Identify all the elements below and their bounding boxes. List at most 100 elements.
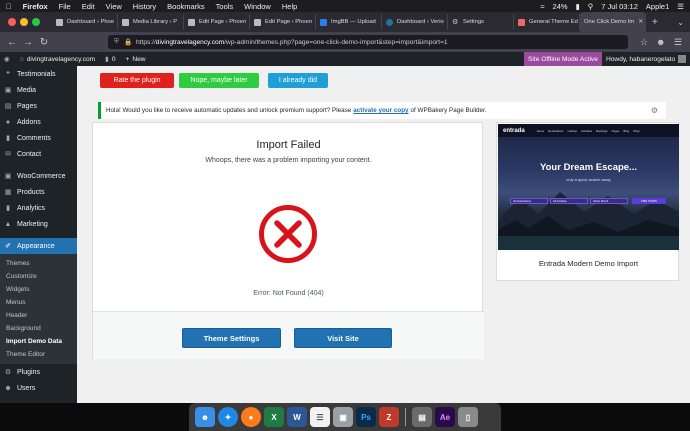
admin-bar-new[interactable]: + New bbox=[125, 56, 145, 63]
rate-plugin-button[interactable]: Rate the plugin bbox=[100, 73, 174, 88]
submenu-themes[interactable]: Themes bbox=[0, 257, 77, 270]
safari-icon[interactable]: ✦ bbox=[218, 407, 238, 427]
browser-tab-active[interactable]: One Click Demo Im ✕ bbox=[580, 12, 646, 32]
dock-separator bbox=[405, 408, 406, 426]
menu-file[interactable]: File bbox=[59, 2, 71, 11]
firefox-icon[interactable]: ● bbox=[241, 407, 261, 427]
notes-icon[interactable]: ☰ bbox=[310, 407, 330, 427]
mac-menubar:  Firefox File Edit View History Bookmar… bbox=[0, 0, 690, 12]
appearance-submenu: Themes Customize Widgets Menus Header Ba… bbox=[0, 254, 77, 364]
activate-link[interactable]: activate your copy bbox=[353, 107, 408, 114]
bookmark-star-icon[interactable]: ☆ bbox=[640, 37, 648, 48]
tab-label: Dashboard ‹ Verio bbox=[397, 19, 444, 25]
browser-tab[interactable]: General Theme Ed bbox=[514, 14, 580, 30]
control-center-icon[interactable]: ☰ bbox=[677, 2, 684, 11]
theme-icon bbox=[518, 18, 525, 26]
clock[interactable]: 7 Jul 03:12 bbox=[601, 2, 638, 11]
lock-icon[interactable]: 🔒 bbox=[124, 38, 132, 46]
photoshop-icon[interactable]: Ps bbox=[356, 407, 376, 427]
sidebar-item-contact[interactable]: ✉ Contact bbox=[0, 146, 77, 162]
offline-mode-badge[interactable]: Site Offline Mode Active bbox=[524, 52, 602, 66]
sidebar-item-addons[interactable]: ● Addons bbox=[0, 114, 77, 130]
menu-bookmarks[interactable]: Bookmarks bbox=[167, 2, 205, 11]
sidebar-item-woocommerce[interactable]: ▣ WooCommerce bbox=[0, 168, 77, 184]
menu-icon[interactable]: ☰ bbox=[674, 37, 682, 48]
sidebar-item-testimonials[interactable]: ❝ Testimonials bbox=[0, 66, 77, 82]
menu-view[interactable]: View bbox=[106, 2, 122, 11]
demo-find-button: FIND TOURS bbox=[632, 198, 666, 204]
apple-icon[interactable]:  bbox=[6, 2, 12, 11]
excel-icon[interactable]: X bbox=[264, 407, 284, 427]
photos-icon[interactable]: ▤ bbox=[412, 407, 432, 427]
menubar-status: ≈ 24% ▮ ⚲ 7 Jul 03:12 Apple1 ☰ bbox=[540, 0, 684, 12]
search-icon[interactable]: ⚲ bbox=[588, 2, 594, 11]
import-subtitle: Whoops, there was a problem importing yo… bbox=[205, 157, 372, 164]
sidebar-item-users[interactable]: ☻ Users bbox=[0, 380, 77, 396]
site-name: divingtravelagency.com bbox=[26, 55, 96, 63]
theme-settings-button[interactable]: Theme Settings bbox=[182, 328, 281, 348]
close-tab-icon[interactable]: ✕ bbox=[638, 19, 643, 25]
wpbakery-notice: Hola! Would you like to receive automati… bbox=[98, 102, 666, 119]
browser-tab[interactable]: ImgBB — Upload bbox=[316, 14, 382, 30]
maybe-later-button[interactable]: Nope, maybe later bbox=[179, 73, 259, 88]
shield-icon[interactable]: ⛨ bbox=[114, 38, 119, 46]
browser-tab[interactable]: Edit Page ‹ Phoen bbox=[250, 14, 316, 30]
wifi-icon[interactable]: ≈ bbox=[540, 2, 544, 11]
sidebar-item-products[interactable]: ▦ Products bbox=[0, 184, 77, 200]
user-name[interactable]: Apple1 bbox=[646, 2, 669, 11]
menu-history[interactable]: History bbox=[133, 2, 156, 11]
new-tab-button[interactable]: + bbox=[652, 17, 658, 28]
menu-tools[interactable]: Tools bbox=[216, 2, 234, 11]
demo-field: Select Month bbox=[590, 198, 628, 204]
submenu-header[interactable]: Header bbox=[0, 309, 77, 322]
submenu-customize[interactable]: Customize bbox=[0, 270, 77, 283]
wordpress-logo-icon[interactable]: ◉ bbox=[4, 55, 10, 63]
sidebar-item-analytics[interactable]: ▮ Analytics bbox=[0, 200, 77, 216]
menu-window[interactable]: Window bbox=[244, 2, 271, 11]
visit-site-button[interactable]: Visit Site bbox=[294, 328, 392, 348]
demo-card[interactable]: entrada Home Destinations Listings Activ… bbox=[496, 122, 679, 281]
already-did-button[interactable]: I already did bbox=[268, 73, 328, 88]
submenu-import-demo-data[interactable]: Import Demo Data bbox=[0, 335, 77, 348]
submenu-widgets[interactable]: Widgets bbox=[0, 283, 77, 296]
aftereffects-icon[interactable]: Ae bbox=[435, 407, 455, 427]
submenu-menus[interactable]: Menus bbox=[0, 296, 77, 309]
window-minimize-button[interactable] bbox=[20, 18, 28, 26]
sidebar-item-plugins[interactable]: ⚙ Plugins bbox=[0, 364, 77, 380]
window-close-button[interactable] bbox=[8, 18, 16, 26]
sidebar-item-media[interactable]: ▣ Media bbox=[0, 82, 77, 98]
submenu-background[interactable]: Background bbox=[0, 322, 77, 335]
browser-tab[interactable]: Dashboard ‹ Verio bbox=[382, 14, 448, 30]
menubar-app[interactable]: Firefox bbox=[23, 2, 48, 11]
admin-bar-site[interactable]: ⌂ divingtravelagency.com bbox=[20, 56, 95, 63]
account-icon[interactable]: ☻ bbox=[656, 37, 665, 47]
filezilla-icon[interactable]: Z bbox=[379, 407, 399, 427]
browser-tab[interactable]: Media Library ‹ P bbox=[118, 14, 184, 30]
sidebar-item-comments[interactable]: ▮ Comments bbox=[0, 130, 77, 146]
finder-icon[interactable]: ☻ bbox=[195, 407, 215, 427]
gear-icon[interactable]: ⚙ bbox=[651, 106, 658, 115]
admin-bar-account[interactable]: Howdy, habanerogelato bbox=[606, 52, 687, 66]
menu-edit[interactable]: Edit bbox=[82, 2, 95, 11]
forward-arrow-icon[interactable]: → bbox=[20, 37, 36, 48]
tab-list-chevron-icon[interactable]: ⌄ bbox=[677, 18, 684, 27]
word-icon[interactable]: W bbox=[287, 407, 307, 427]
browser-tab[interactable]: Dashboard ‹ Phoe bbox=[52, 14, 118, 30]
back-arrow-icon[interactable]: ← bbox=[4, 37, 20, 48]
preview-icon[interactable]: ▣ bbox=[333, 407, 353, 427]
sidebar-item-pages[interactable]: ▤ Pages bbox=[0, 98, 77, 114]
battery-percent[interactable]: 24% bbox=[553, 2, 568, 11]
demo-navbar: entrada Home Destinations Listings Activ… bbox=[498, 124, 679, 137]
trash-icon[interactable]: ▯ bbox=[458, 407, 478, 427]
admin-bar-comments[interactable]: ▮ 0 bbox=[105, 55, 115, 64]
url-bar[interactable]: ⛨ 🔒 https://divingtravelagency.com/wp-ad… bbox=[108, 35, 628, 49]
sidebar-item-appearance[interactable]: ✐ Appearance bbox=[0, 238, 77, 254]
tab-label: Edit Page ‹ Phoen bbox=[199, 19, 247, 25]
window-zoom-button[interactable] bbox=[32, 18, 40, 26]
reload-icon[interactable]: ↻ bbox=[36, 37, 52, 48]
menu-help[interactable]: Help bbox=[282, 2, 297, 11]
browser-tab[interactable]: ⚙ Settings bbox=[448, 14, 514, 30]
sidebar-item-marketing[interactable]: ▲ Marketing bbox=[0, 216, 77, 232]
browser-tab[interactable]: Edit Page ‹ Phoen bbox=[184, 14, 250, 30]
submenu-theme-editor[interactable]: Theme Editor bbox=[0, 348, 77, 361]
